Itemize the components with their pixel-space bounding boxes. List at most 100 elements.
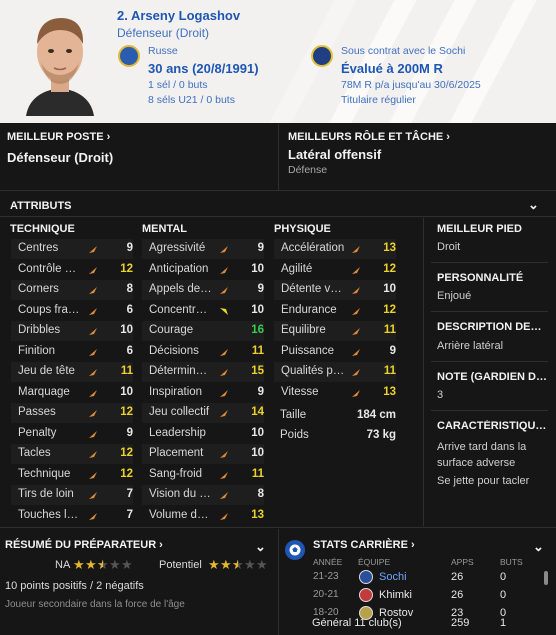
attribute-value: 8 [126,283,133,295]
best-foot-heading: MEILLEUR PIED [437,223,522,235]
attribute-row[interactable]: Finition 6 [11,342,133,362]
attribute-name: Penalty [18,426,57,439]
attribute-name: Tacles [18,447,51,459]
arrow-up-icon [87,365,99,377]
arrow-up-icon [87,447,99,459]
chevron-down-icon[interactable]: ⌄ [533,539,544,555]
col-year: ANNÉE [313,557,343,567]
career-team[interactable]: Khimki [379,589,412,601]
player-header: 2. Arseny Logashov Défenseur (Droit) Rus… [0,0,556,123]
attribute-row[interactable]: Corners 8 [11,280,133,300]
attribute-row[interactable]: Contrôle de balle 12 [11,260,133,280]
attribute-name: Concentration [149,303,213,316]
attribute-row[interactable]: Inspiration 9 [142,383,264,403]
attribute-row[interactable]: Technique 12 [11,465,133,485]
nationality-label[interactable]: Russe [148,45,178,57]
attribute-row[interactable]: Anticipation 10 [142,260,264,280]
attribute-row[interactable]: Endurance 12 [274,301,396,321]
scrollbar-thumb[interactable] [544,571,548,585]
attribute-name: Technique [18,467,71,480]
attribute-value: 10 [383,283,396,295]
attribute-value: 7 [126,508,133,521]
attribute-row[interactable]: Détermination 15 [142,362,264,382]
attribute-row[interactable]: Vision du jeu 8 [142,485,264,505]
attribute-row[interactable]: Coups francs 6 [11,301,133,321]
attribute-row[interactable]: Courage 16 [142,321,264,341]
arrow-up-icon [87,242,99,254]
star-icon: ★ [109,557,121,572]
attribute-name: Endurance [281,303,337,316]
chevron-down-icon[interactable]: ⌄ [528,197,539,213]
attribute-name: Placement [149,447,204,459]
arrow-down-icon [218,304,230,316]
divider [423,218,424,526]
attribute-row[interactable]: Touches longues 7 [11,506,133,526]
height-label: Taille [280,409,307,421]
attribute-value: 9 [257,242,264,254]
attribute-value: 6 [126,344,133,357]
player-position: Défenseur (Droit) [117,26,210,40]
best-position-heading[interactable]: MEILLEUR POSTE › [7,131,110,143]
attribute-name: Qualités physiques [281,365,345,377]
technique-heading: TECHNIQUE [10,223,75,235]
attribute-row[interactable]: Sang-froid 11 [142,465,264,485]
attribute-row[interactable]: Accélération 13 [274,239,396,259]
arrow-up-icon [87,324,99,336]
best-role-heading[interactable]: MEILLEURS RÔLE ET TÂCHE › [288,131,450,143]
attribute-row[interactable]: Marquage 10 [11,383,133,403]
chevron-down-icon[interactable]: ⌄ [255,539,266,555]
attribute-row[interactable]: Appels de balle 9 [142,280,264,300]
col-apps: APPS [451,557,474,567]
attribute-name: Corners [18,283,59,295]
attribute-name: Agressivité [149,242,206,254]
attribute-name: Accélération [281,242,345,254]
arrow-up-icon [350,365,362,377]
attribute-row[interactable]: Passes 12 [11,403,133,423]
no-arrow [218,427,230,439]
arrow-up-icon [350,324,362,336]
attribute-row[interactable]: Agilité 12 [274,260,396,280]
attribute-row[interactable]: Tirs de loin 7 [11,485,133,505]
attribute-row[interactable]: Agressivité 9 [142,239,264,259]
squad-status: Titulaire régulier [341,94,416,106]
attribute-row[interactable]: Placement 10 [142,444,264,464]
physique-heading: PHYSIQUE [274,223,331,235]
trait-item: Se jette pour tacler [437,475,530,487]
divider [0,216,556,217]
attribute-row[interactable]: Jeu collectif 14 [142,403,264,423]
attribute-row[interactable]: Vitesse 13 [274,383,396,403]
career-apps: 26 [451,589,464,601]
attribute-row[interactable]: Penalty 9 [11,424,133,444]
attribute-row[interactable]: Puissance 9 [274,342,396,362]
career-team[interactable]: Sochi [379,571,407,583]
attribute-row[interactable]: Tacles 12 [11,444,133,464]
attribute-row[interactable]: Dribbles 10 [11,321,133,341]
attribute-row[interactable]: Volume de jeu 13 [142,506,264,526]
career-stats-heading[interactable]: STATS CARRIÈRE › [313,539,415,551]
star-icon: ★★ [97,557,109,572]
attribute-value: 7 [126,488,133,500]
attribute-row[interactable]: Centres 9 [11,239,133,259]
attribute-value: 6 [126,303,133,316]
career-goals: 0 [500,589,507,601]
attribute-row[interactable]: Détente verticale 10 [274,280,396,300]
attribute-row[interactable]: Équilibre 11 [274,321,396,341]
attribute-name: Anticipation [149,262,209,275]
attribute-name: Centres [18,242,59,254]
report-points: 10 points positifs / 2 négatifs [5,580,144,592]
contract-label[interactable]: Sous contrat avec le Sochi [341,45,465,57]
arrow-up-icon [350,345,362,357]
attribute-value: 9 [257,283,264,295]
club-crest-icon [359,570,373,584]
attribute-row[interactable]: Concentration 10 [142,301,264,321]
attribute-value: 10 [120,385,133,398]
attribute-row[interactable]: Qualités physiques 11 [274,362,396,382]
coach-report-heading[interactable]: RÉSUMÉ DU PRÉPARATEUR › [5,539,163,551]
attribute-name: Décisions [149,344,199,357]
attribute-row[interactable]: Jeu de tête 11 [11,362,133,382]
attribute-row[interactable]: Leadership 10 [142,424,264,444]
attribute-row[interactable]: Décisions 11 [142,342,264,362]
arrow-up-icon [350,242,362,254]
attribute-name: Équilibre [281,324,326,336]
attribute-value: 13 [383,385,396,398]
